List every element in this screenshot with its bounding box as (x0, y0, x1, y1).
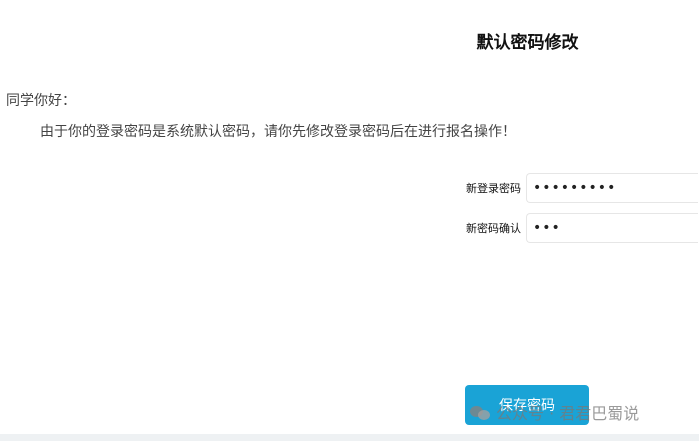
confirm-password-row: 新密码确认 (466, 213, 698, 243)
confirm-password-input[interactable] (526, 213, 698, 243)
save-password-button[interactable]: 保存密码 (465, 385, 589, 425)
new-password-label: 新登录密码 (466, 182, 521, 195)
new-password-input[interactable] (526, 173, 698, 203)
bottom-bar (0, 434, 699, 441)
new-password-row: 新登录密码 (466, 173, 698, 203)
notice-message: 由于你的登录密码是系统默认密码，请你先修改登录密码后在进行报名操作！ (40, 124, 516, 140)
confirm-password-label: 新密码确认 (466, 222, 521, 235)
page-title: 默认密码修改 (476, 33, 579, 53)
password-change-page: 默认密码修改 同学你好： 由于你的登录密码是系统默认密码，请你先修改登录密码后在… (0, 0, 699, 441)
greeting-text: 同学你好： (6, 93, 76, 109)
